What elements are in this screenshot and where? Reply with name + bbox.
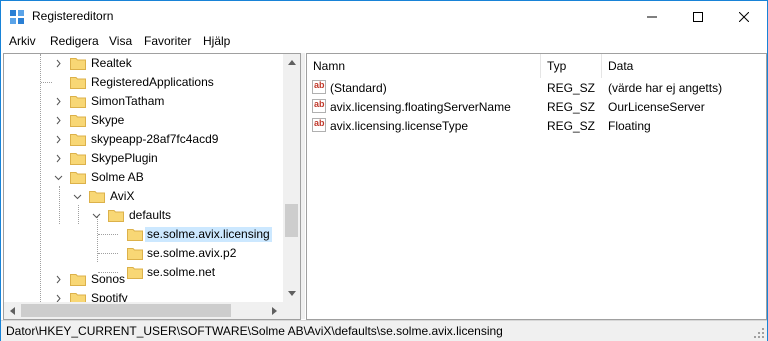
tree-node[interactable]: Skype [4, 111, 283, 130]
value-data: Floating [608, 119, 651, 133]
chevron-right-icon[interactable] [54, 116, 63, 125]
folder-icon [70, 153, 86, 165]
value-type: REG_SZ [547, 100, 596, 114]
status-bar: Dator\HKEY_CURRENT_USER\SOFTWARE\Solme A… [1, 320, 767, 341]
tree-guide-line [41, 82, 52, 83]
value-type: REG_SZ [547, 81, 596, 95]
tree-node-label: Sonos [91, 272, 126, 286]
folder-open-icon [89, 191, 105, 203]
folder-open-icon [70, 172, 86, 184]
minimize-button[interactable] [629, 1, 675, 32]
chevron-right-icon[interactable] [54, 275, 63, 284]
folder-icon [127, 248, 143, 260]
value-data: OurLicenseServer [608, 100, 705, 114]
chevron-down-icon[interactable] [54, 173, 63, 182]
tree-node-label: Skype [91, 113, 125, 127]
tree-vertical-scroll-thumb[interactable] [285, 204, 298, 237]
registry-editor-window: Registereditorn Arkiv Redigera Visa Favo… [0, 0, 768, 341]
key-tree-pane[interactable]: Realtek RegisteredApplications SimonTath… [3, 53, 301, 320]
close-button[interactable] [721, 1, 767, 32]
tree-node-selected[interactable]: se.solme.avix.licensing [4, 225, 283, 244]
menu-bar: Arkiv Redigera Visa Favoriter Hjälp [1, 32, 767, 51]
column-header-name[interactable]: Namn [307, 54, 540, 78]
tree-node[interactable]: RegisteredApplications [4, 73, 283, 92]
minimize-icon [647, 16, 657, 17]
string-value-icon: ab [312, 99, 326, 113]
folder-open-icon [108, 210, 124, 222]
chevron-down-icon[interactable] [73, 192, 82, 201]
tree-node[interactable]: SkypePlugin [4, 149, 283, 168]
tree-guide-line [98, 234, 118, 235]
tree-node-label: Realtek [91, 56, 132, 70]
tree-node-label: Solme AB [91, 170, 144, 184]
tree-node[interactable]: Realtek [4, 54, 283, 73]
tree-node[interactable]: se.solme.avix.p2 [4, 244, 283, 263]
chevron-right-icon[interactable] [54, 59, 63, 68]
values-list-pane[interactable]: Namn Typ Data ab (Standard) REG_SZ (värd… [306, 53, 767, 320]
menu-arkiv[interactable]: Arkiv [8, 34, 37, 48]
title-bar[interactable]: Registereditorn [1, 1, 767, 32]
column-header-type[interactable]: Typ [541, 54, 601, 78]
folder-icon [70, 77, 86, 89]
maximize-icon [693, 11, 703, 22]
chevron-right-icon[interactable] [54, 154, 63, 163]
tree-node-label: SkypePlugin [91, 151, 158, 165]
string-value-icon: ab [312, 80, 326, 94]
tree-horizontal-scroll-thumb[interactable] [21, 304, 231, 317]
value-row[interactable]: ab (Standard) REG_SZ (värde har ej anget… [307, 79, 766, 98]
tree-vertical-scrollbar[interactable] [283, 54, 300, 302]
chevron-down-icon[interactable] [92, 211, 101, 220]
scroll-up-arrow-icon[interactable] [283, 54, 300, 71]
folder-icon [70, 58, 86, 70]
scroll-down-arrow-icon[interactable] [283, 285, 300, 302]
value-row[interactable]: ab avix.licensing.floatingServerName REG… [307, 98, 766, 117]
column-header-data[interactable]: Data [602, 54, 766, 78]
tree-node-label: SimonTatham [91, 94, 165, 108]
value-name: avix.licensing.floatingServerName [330, 100, 511, 114]
tree-node[interactable]: defaults [4, 206, 283, 225]
tree-node[interactable]: Sonos [4, 270, 283, 289]
tree-horizontal-scrollbar[interactable] [4, 302, 283, 319]
pane-splitter[interactable] [301, 53, 305, 319]
tree-node-label: se.solme.avix.p2 [147, 246, 237, 260]
registry-editor-app-icon [10, 10, 24, 24]
close-icon [739, 11, 749, 22]
value-type: REG_SZ [547, 119, 596, 133]
folder-icon [127, 229, 143, 241]
value-name: avix.licensing.licenseType [330, 119, 469, 133]
tree-node[interactable]: skypeapp-28af7fc4acd9 [4, 130, 283, 149]
registry-path: Dator\HKEY_CURRENT_USER\SOFTWARE\Solme A… [6, 324, 503, 338]
tree-node-label: skypeapp-28af7fc4acd9 [91, 132, 219, 146]
value-row[interactable]: ab avix.licensing.licenseType REG_SZ Flo… [307, 117, 766, 136]
folder-icon [70, 274, 86, 286]
chevron-right-icon[interactable] [54, 97, 63, 106]
value-name: (Standard) [330, 81, 387, 95]
window-title: Registereditorn [32, 9, 114, 23]
folder-icon [70, 134, 86, 146]
scroll-left-arrow-icon[interactable] [4, 302, 21, 319]
maximize-button[interactable] [675, 1, 721, 32]
folder-icon [70, 115, 86, 127]
tree-node-label: AviX [110, 189, 135, 203]
menu-redigera[interactable]: Redigera [49, 34, 100, 48]
chevron-right-icon[interactable] [54, 135, 63, 144]
folder-icon [70, 96, 86, 108]
string-value-icon: ab [312, 118, 326, 132]
tree-node-label: defaults [129, 208, 172, 222]
menu-visa[interactable]: Visa [108, 34, 133, 48]
tree-node-label: RegisteredApplications [91, 75, 214, 89]
tree-node[interactable]: Solme AB [4, 168, 283, 187]
tree-guide-line [98, 253, 118, 254]
tree-node[interactable]: AviX [4, 187, 283, 206]
scrollbar-corner [283, 302, 300, 319]
value-data: (värde har ej angetts) [608, 81, 723, 95]
menu-hjalp[interactable]: Hjälp [202, 34, 231, 48]
tree-node-label: se.solme.avix.licensing [145, 227, 272, 242]
resize-grip-icon[interactable] [753, 327, 765, 339]
menu-favoriter[interactable]: Favoriter [143, 34, 192, 48]
tree-node[interactable]: SimonTatham [4, 92, 283, 111]
scroll-right-arrow-icon[interactable] [266, 302, 283, 319]
